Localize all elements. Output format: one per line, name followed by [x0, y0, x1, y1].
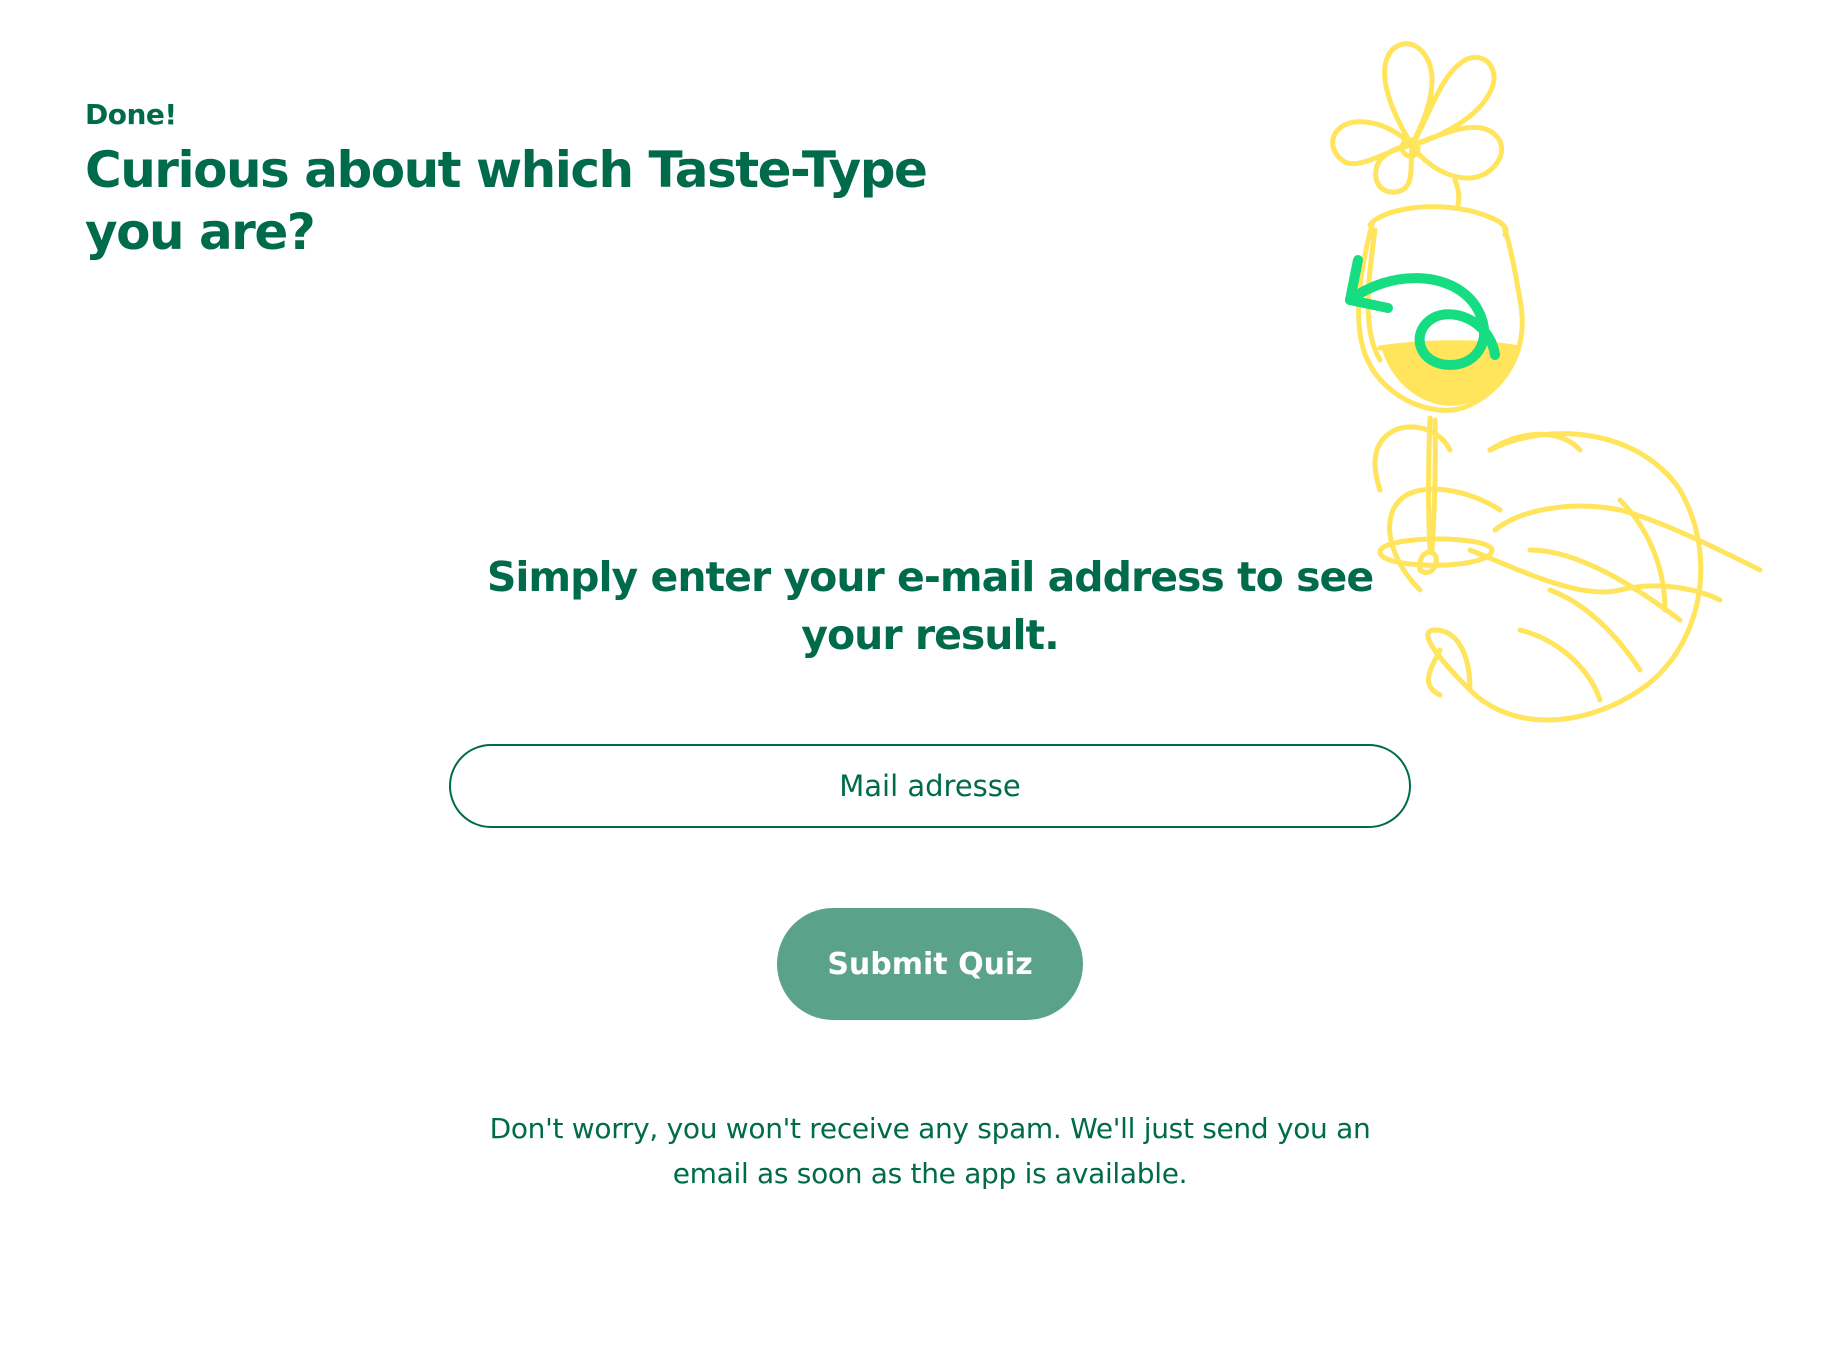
submit-quiz-button[interactable]: Submit Quiz — [777, 908, 1083, 1020]
header: Done! Curious about which Taste-Type you… — [85, 98, 985, 263]
email-form: Simply enter your e-mail address to see … — [0, 548, 1822, 1196]
flower-icon — [1330, 41, 1505, 208]
form-heading: Simply enter your e-mail address to see … — [486, 553, 1374, 659]
eyebrow-label: Done! — [85, 98, 177, 131]
page-title: Curious about which Taste-Type you are? — [85, 141, 928, 261]
email-input[interactable] — [449, 744, 1411, 828]
spam-disclaimer: Don't worry, you won't receive any spam.… — [489, 1112, 1371, 1190]
